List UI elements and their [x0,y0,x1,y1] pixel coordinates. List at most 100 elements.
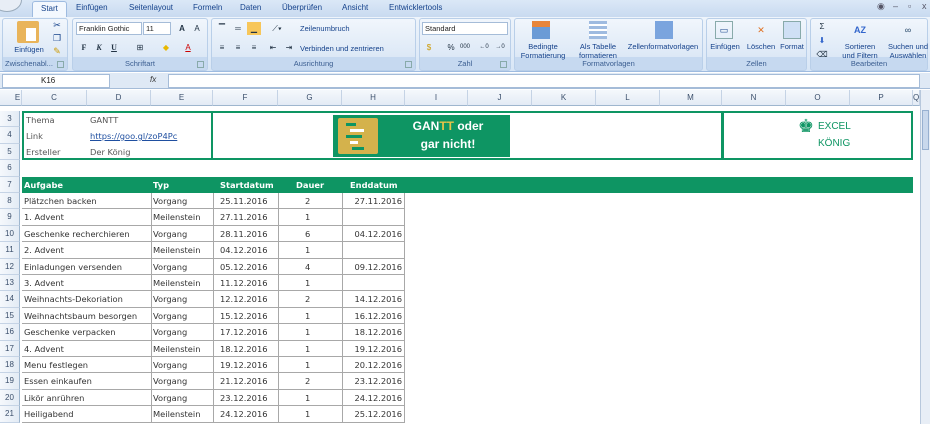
end-cell[interactable]: 23.12.2016 [354,373,402,389]
format-painter-icon[interactable]: ✎ [51,45,63,57]
task-cell[interactable]: 1. Advent [24,209,64,225]
start-cell[interactable]: 12.12.2016 [220,291,268,307]
font-name-select[interactable]: Franklin Gothic [76,22,142,35]
delete-cells-icon[interactable]: ✕ [752,21,770,39]
conditional-format-icon[interactable] [532,21,550,39]
merge-center-button[interactable]: Verbinden und zentrieren [300,44,384,53]
column-header[interactable]: L [596,90,660,106]
end-cell[interactable]: 16.12.2016 [354,308,402,324]
column-header[interactable]: G [278,90,342,106]
increase-decimal-icon[interactable]: ←0 [477,41,491,54]
number-format-select[interactable]: Standard [422,22,508,35]
duration-cell[interactable]: 6 [305,226,310,242]
task-cell[interactable]: Geschenke recherchieren [24,226,130,242]
duration-cell[interactable]: 1 [305,275,310,291]
type-cell[interactable]: Vorgang [153,259,187,275]
row-header[interactable]: 9 [0,209,20,226]
duration-cell[interactable]: 1 [305,390,310,406]
column-header[interactable]: O [786,90,850,106]
fx-button[interactable]: fx [150,75,156,84]
column-header[interactable]: F [213,90,278,106]
start-cell[interactable]: 23.12.2016 [220,390,268,406]
type-cell[interactable]: Vorgang [153,390,187,406]
alignment-launcher[interactable] [405,61,412,68]
header-aufgabe[interactable]: Aufgabe [24,177,63,193]
task-cell[interactable]: Menu festlegen [24,357,88,373]
row-header[interactable]: 18 [0,357,20,374]
find-binoculars-icon[interactable]: ∞ [899,20,917,40]
duration-cell[interactable]: 1 [305,209,310,225]
column-header[interactable]: P [850,90,913,106]
column-header[interactable]: D [87,90,151,106]
type-cell[interactable]: Vorgang [153,226,187,242]
type-cell[interactable]: Vorgang [153,291,187,307]
align-left-icon[interactable]: ≡ [215,41,229,54]
row-header[interactable]: 7 [0,176,20,193]
underline-button[interactable]: U [107,41,121,54]
end-cell[interactable]: 14.12.2016 [354,291,402,307]
duration-cell[interactable]: 2 [305,291,310,307]
start-cell[interactable]: 28.11.2016 [220,226,268,242]
percent-button[interactable]: % [444,41,458,54]
align-right-icon[interactable]: ≡ [247,41,261,54]
task-cell[interactable]: Geschenke verpacken [24,324,116,340]
format-cells-button[interactable]: Format [777,42,807,51]
autosum-icon[interactable]: Σ [815,20,829,33]
end-cell[interactable]: 20.12.2016 [354,357,402,373]
end-cell[interactable]: 24.12.2016 [354,390,402,406]
italic-button[interactable]: K [92,41,106,54]
start-cell[interactable]: 18.12.2016 [220,341,268,357]
font-color-button[interactable]: A [181,41,195,54]
tab-ansicht[interactable]: Ansicht [334,1,376,17]
row-header[interactable]: 11 [0,242,20,259]
align-bottom-icon[interactable]: ▁ [247,22,261,35]
row-header[interactable]: 6 [0,160,20,177]
row-header[interactable]: 17 [0,340,20,357]
duration-cell[interactable]: 1 [305,341,310,357]
row-header[interactable]: 21 [0,406,20,423]
worksheet[interactable]: Thema GANTT Link https://goo.gl/zoP4Pc E… [0,90,920,424]
start-cell[interactable]: 05.12.2016 [220,259,268,275]
border-button[interactable]: ⊞ [133,41,147,54]
help-icon[interactable]: ◉ [877,1,885,12]
row-header[interactable]: 20 [0,389,20,407]
tab-seitenlayout[interactable]: Seitenlayout [121,1,181,17]
row-header[interactable]: 13 [0,275,20,292]
decrease-decimal-icon[interactable]: →0 [493,41,507,54]
link-value[interactable]: https://goo.gl/zoP4Pc [90,131,177,141]
start-cell[interactable]: 27.11.2016 [220,209,268,225]
start-cell[interactable]: 04.12.2016 [220,242,268,258]
paste-icon[interactable] [17,21,39,43]
tab-start[interactable]: Start [32,1,67,17]
row-header[interactable]: 4 [0,127,20,144]
row-header[interactable]: 14 [0,291,20,308]
shrink-font-button[interactable]: A [190,22,204,35]
start-cell[interactable]: 11.12.2016 [220,275,268,291]
thousands-button[interactable]: 000 [458,41,472,54]
cut-icon[interactable]: ✂ [51,19,63,31]
tab-formeln[interactable]: Formeln [185,1,230,17]
column-header[interactable]: C [22,90,87,106]
end-cell[interactable]: 19.12.2016 [354,341,402,357]
tab-entwicklertools[interactable]: Entwicklertools [381,1,450,17]
duration-cell[interactable]: 1 [305,242,310,258]
type-cell[interactable]: Meilenstein [153,242,200,258]
column-header[interactable]: Q [913,90,920,106]
column-header[interactable]: J [468,90,532,106]
column-header[interactable]: H [342,90,405,106]
align-center-icon[interactable]: ≡ [231,41,245,54]
decrease-indent-icon[interactable]: ⇤ [266,41,280,54]
grow-font-button[interactable]: A [175,22,189,35]
task-cell[interactable]: 3. Advent [24,275,64,291]
end-cell[interactable]: 18.12.2016 [354,324,402,340]
paste-button[interactable]: Einfügen [9,45,49,54]
type-cell[interactable]: Meilenstein [153,406,200,422]
duration-cell[interactable]: 1 [305,308,310,324]
end-cell[interactable]: 25.12.2016 [354,406,402,422]
type-cell[interactable]: Meilenstein [153,275,200,291]
task-cell[interactable]: Heiligabend [24,406,74,422]
header-enddatum[interactable]: Enddatum [350,177,398,193]
column-header[interactable]: I [405,90,468,106]
duration-cell[interactable]: 1 [305,357,310,373]
type-cell[interactable]: Meilenstein [153,341,200,357]
